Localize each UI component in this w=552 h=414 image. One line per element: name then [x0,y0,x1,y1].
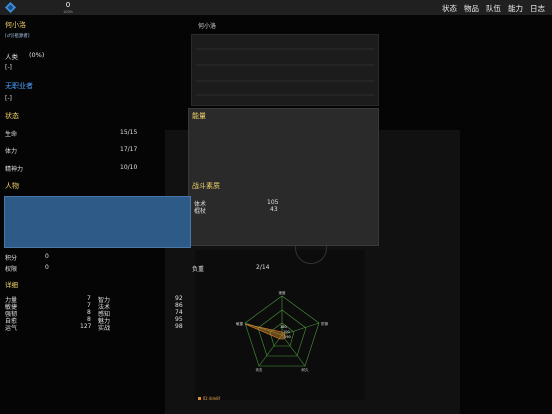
detail-int-value: 92 [175,295,183,302]
coins-percent: 100% [62,10,73,14]
radar-center-value: 190 [284,335,291,339]
job-note[interactable]: [-] [5,95,12,102]
rights-label: 权限 [5,266,18,273]
nav-abilities[interactable]: 能力 [508,3,523,14]
radar-axis-line [281,334,306,367]
race-percent: (0%) [29,51,45,59]
detail-luck-label: 运气 [5,325,18,332]
nav-status[interactable]: 状态 [442,3,457,14]
weight-value: 2/14 [256,264,270,271]
radar-chart: 速度 防御 耐久 攻击 敏捷 180 100 190 [236,290,329,372]
race-note[interactable]: [-] [5,64,12,71]
radar-axis-label: 攻击 [256,367,264,372]
nav-items[interactable]: 物品 [464,3,479,14]
detail-combat-label: 实战 [98,325,111,332]
diamond-logo-icon[interactable] [5,2,16,13]
legend-label: ID:4de8f [203,396,221,401]
character-bar[interactable] [4,196,191,248]
portrait-frame [191,34,379,106]
detail-sense-value: 74 [175,309,183,316]
detail-agility-value: 7 [87,302,91,309]
detail-strength-value: 7 [87,295,91,302]
portrait-label: 何小洛 [198,23,217,30]
status-mind-label: 精神力 [5,166,24,173]
radar-axis-label: 敏捷 [236,321,243,326]
detail-heal-value: 8 [87,316,91,323]
character-tag[interactable]: [♂][祖源者] [5,33,30,39]
radar-axis-label: 防御 [321,321,329,326]
radar-axis-label: 耐久 [302,367,310,372]
radar-value-area [244,323,286,340]
legend-swatch [198,397,201,400]
detail-spell-value: 86 [175,302,183,309]
detail-luck-value: 127 [80,323,92,330]
job-name[interactable]: 无职业者 [5,81,33,91]
energy-panel [188,108,379,246]
character-name: 何小洛 [5,21,26,29]
nav-log[interactable]: 日志 [530,3,545,14]
status-stamina-value: 17/17 [120,146,138,153]
points-label: 积分 [5,255,18,262]
person-title: 人物 [5,182,19,190]
detail-tough-value: 8 [87,309,91,316]
detail-combat-value: 98 [175,323,183,330]
combat-staff-label: 棍杖 [194,208,207,215]
nav-team[interactable]: 队伍 [486,3,501,14]
radar-axis-line [258,334,283,367]
status-stamina-label: 体力 [5,148,18,155]
detail-charm-value: 95 [175,316,183,323]
status-hp-label: 生命 [5,131,18,138]
combat-fist-value: 105 [267,199,279,206]
details-title: 详细 [5,281,18,289]
status-hp-value: 15/15 [120,129,138,136]
combat-staff-value: 43 [270,206,278,213]
status-title: 状态 [5,112,19,120]
points-value: 0 [45,253,49,260]
radar-center-value: 100 [283,330,290,334]
portrait-lines [196,48,374,96]
combat-title: 战斗素质 [192,182,220,190]
rights-value: 0 [45,264,49,271]
race-label: 人类 [5,53,18,61]
coins-value: 0 [65,1,71,9]
status-mind-value: 10/10 [120,164,138,171]
radar-axis-label: 速度 [279,290,287,295]
radar-center-value: 180 [280,325,287,329]
energy-title: 能量 [192,112,206,120]
weight-label: 负重 [192,266,205,273]
